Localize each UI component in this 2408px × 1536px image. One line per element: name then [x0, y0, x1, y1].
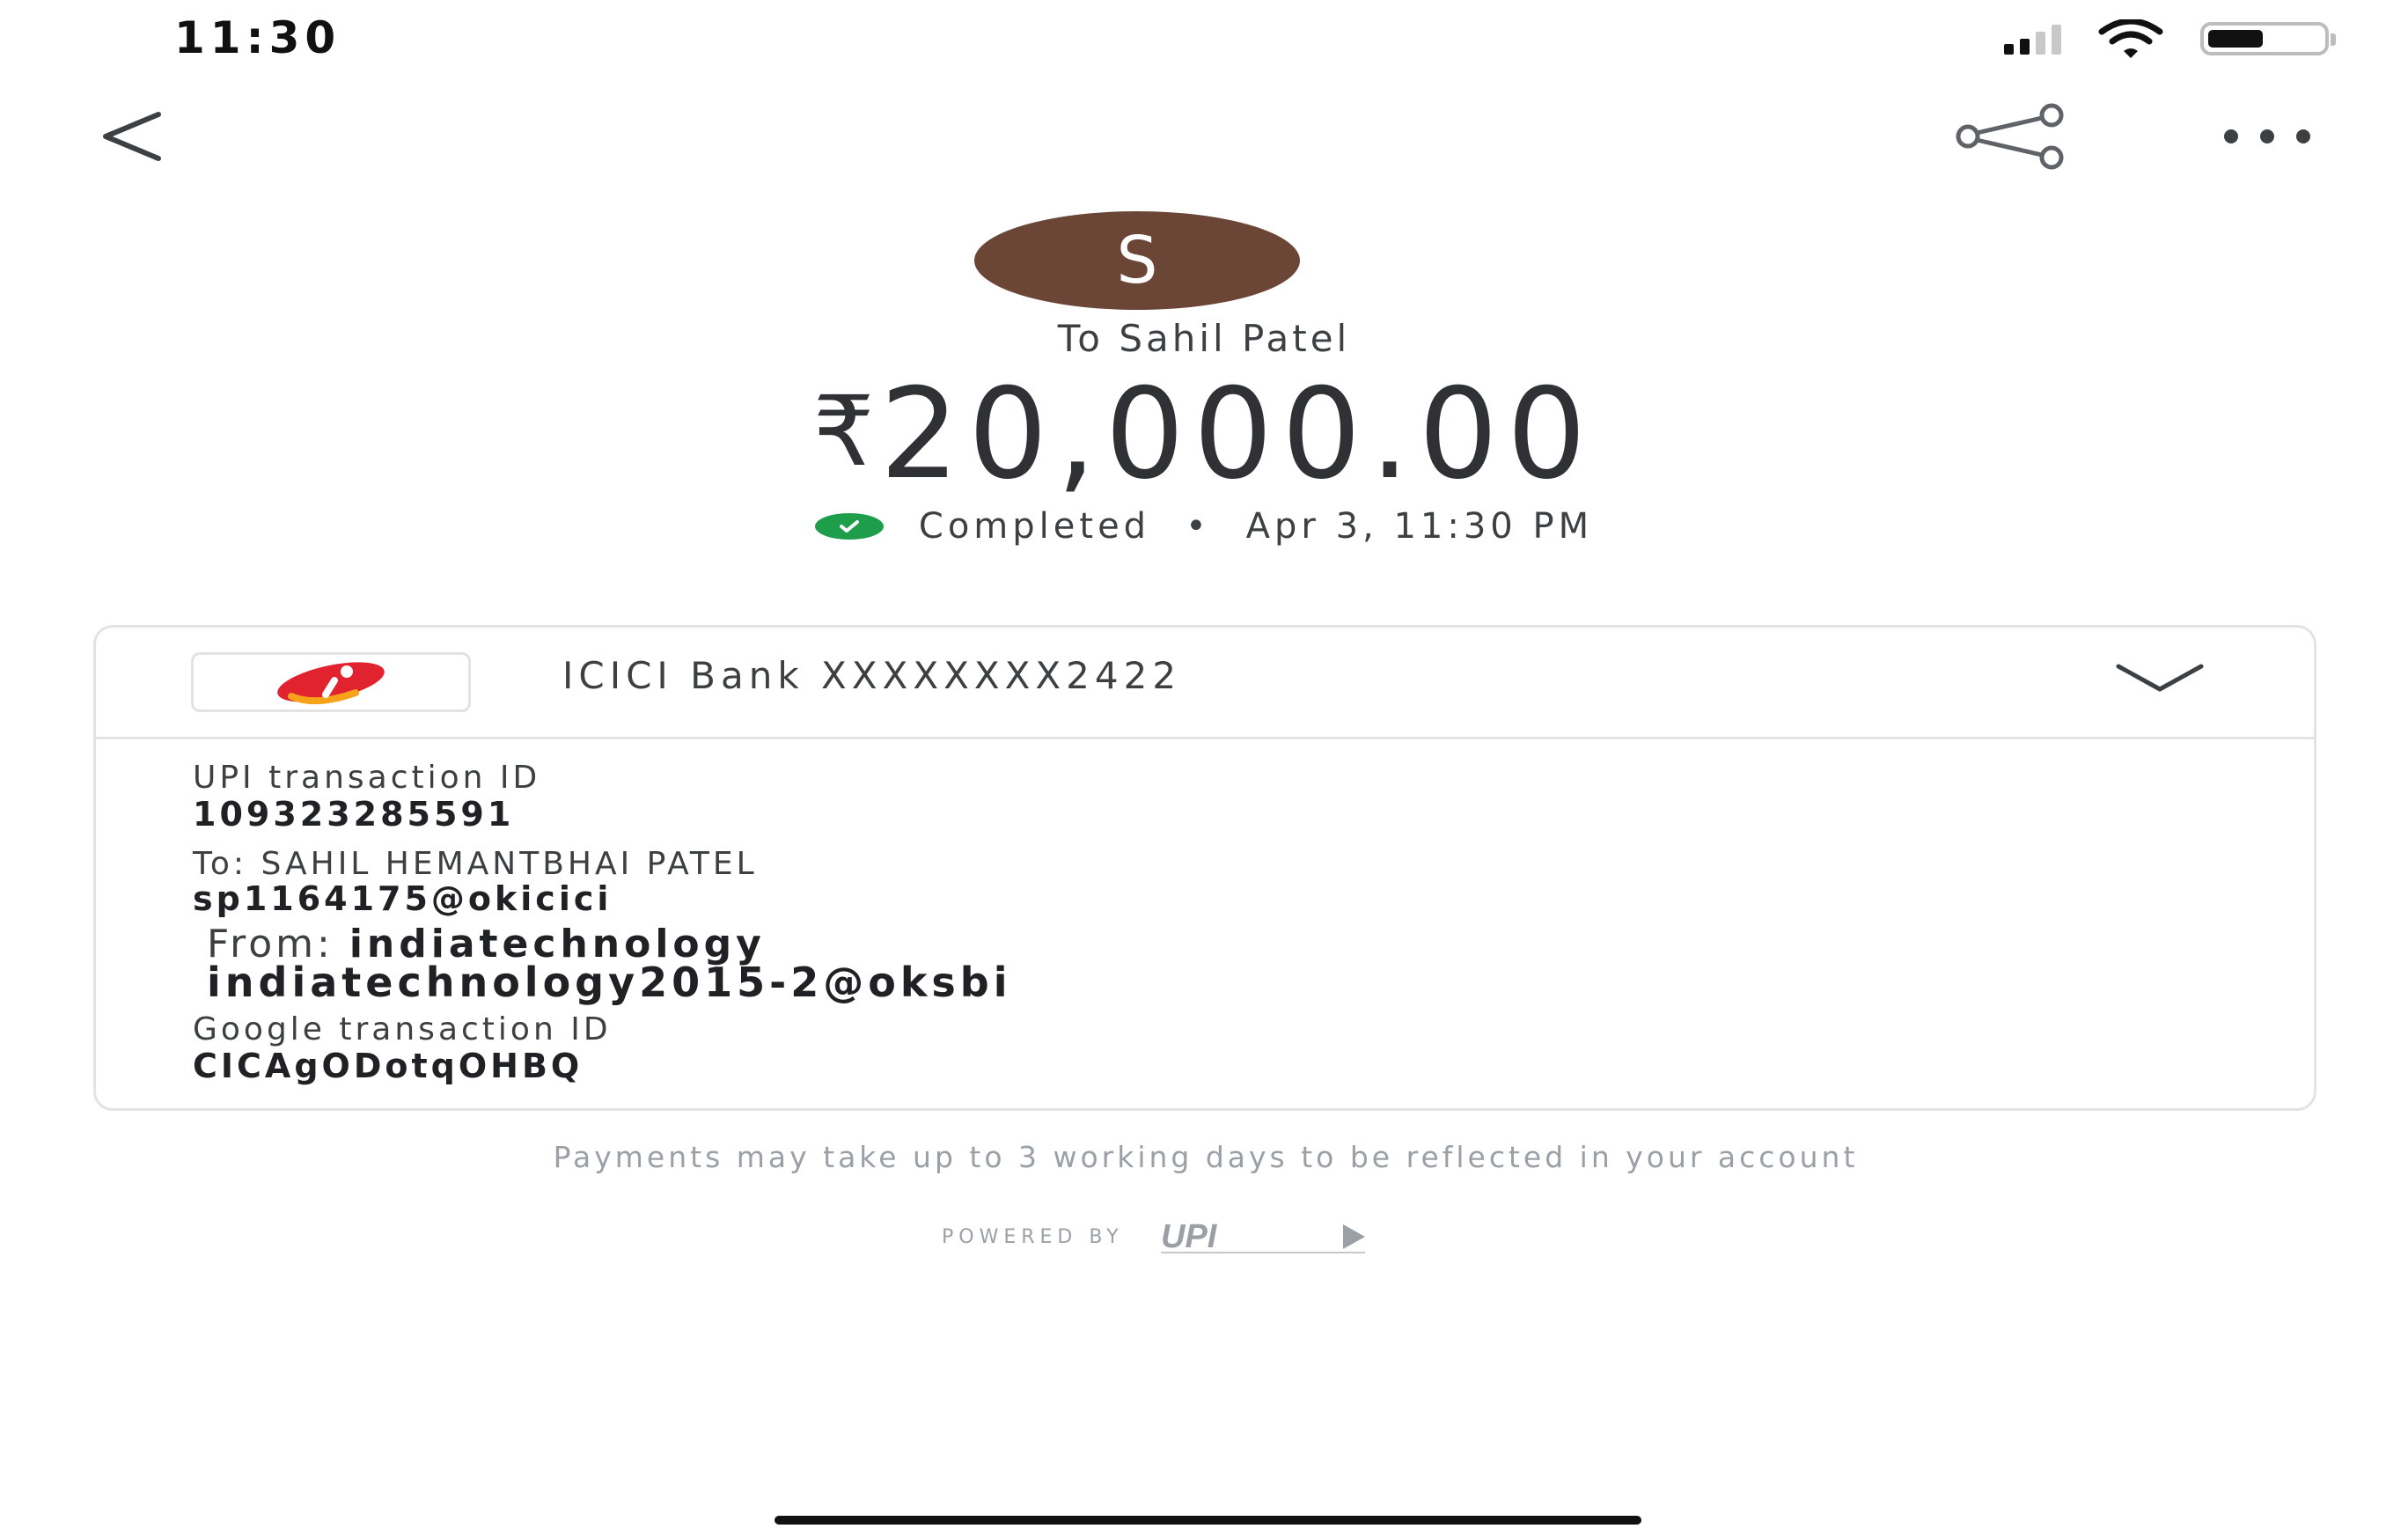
avatar: S: [974, 211, 1300, 310]
payment-receipt-screen: 11:30 S To Sahil Patel ₹20,000.00 Comple…: [0, 0, 2408, 1536]
payment-amount: ₹20,000.00: [0, 365, 2408, 501]
status-time: 11:30: [174, 12, 341, 63]
google-transaction-id-label: Google transaction ID: [193, 1011, 612, 1047]
recipient-upi-id: sp1164175@okicici: [193, 879, 613, 918]
powered-by-text: POWERED BY: [942, 1225, 1124, 1248]
bank-account-name: ICICI Bank XXXXXXXX2422: [562, 654, 1182, 697]
transaction-details-card: ICICI Bank XXXXXXXX2422 UPI transaction …: [93, 625, 2316, 1111]
status-datetime: Apr 3, 11:30 PM: [1245, 506, 1594, 547]
processing-note: Payments may take up to 3 working days t…: [553, 1140, 1859, 1174]
share-button[interactable]: [1950, 101, 2074, 172]
recipient-label: To: SAHIL HEMANTBHAI PATEL: [193, 846, 758, 882]
amount-value: 20,000.00: [879, 362, 1596, 507]
more-horizontal-icon: [2224, 129, 2310, 143]
bank-account-row[interactable]: ICICI Bank XXXXXXXX2422: [96, 628, 2314, 739]
powered-by-upi: POWERED BY UPI: [942, 1219, 1374, 1254]
cellular-signal-icon: [2004, 23, 2061, 55]
chevron-down-icon: [2116, 664, 2204, 692]
payee-name: To Sahil Patel: [1057, 317, 1351, 360]
payment-status: Completed • Apr 3, 11:30 PM: [0, 506, 2408, 547]
status-icons: [2004, 19, 2336, 58]
back-button[interactable]: [88, 97, 176, 176]
upi-transaction-id-label: UPI transaction ID: [193, 760, 541, 796]
more-options-button[interactable]: [2210, 110, 2324, 163]
status-text: Completed: [918, 506, 1151, 547]
status-separator: •: [1186, 506, 1211, 547]
upi-logo-text: UPI: [1161, 1219, 1218, 1254]
chevron-left-icon: [103, 112, 161, 161]
share-icon: [1956, 103, 2064, 170]
sender-upi-id: indiatechnology2015-2@oksbi: [207, 959, 1012, 1006]
icici-logo: [191, 652, 471, 712]
wifi-icon: [2098, 19, 2163, 58]
currency-symbol: ₹: [812, 375, 875, 488]
battery-icon: [2200, 22, 2336, 55]
google-transaction-id-value: CICAgODotqOHBQ: [193, 1047, 584, 1085]
upi-logo: UPI: [1160, 1219, 1365, 1254]
upi-transaction-id-value: 109323285591: [193, 795, 515, 834]
home-indicator[interactable]: [775, 1516, 1641, 1525]
check-circle-icon: [814, 513, 884, 540]
